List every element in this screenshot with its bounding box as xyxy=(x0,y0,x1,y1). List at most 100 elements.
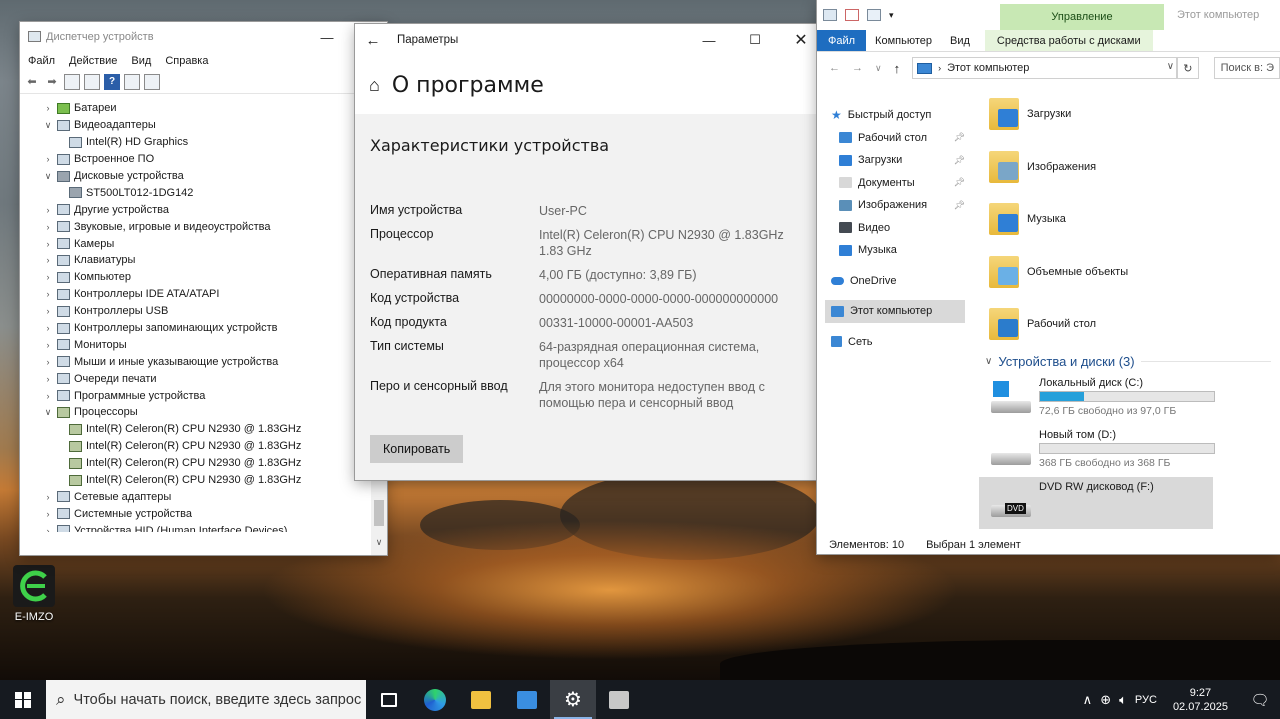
tree-row[interactable]: › Другие устройства xyxy=(20,201,370,218)
folder-item[interactable]: Изображения xyxy=(979,141,1279,194)
start-button[interactable] xyxy=(0,680,46,719)
file-explorer-button[interactable] xyxy=(458,680,504,719)
navigation-pane[interactable]: ★ Быстрый доступ Рабочий стол 📌︎ Загрузки 📌… xyxy=(825,104,965,353)
content-pane[interactable]: Загрузки Изображения Музыка Объемные объект… xyxy=(979,88,1279,534)
nav-item[interactable]: Видео xyxy=(825,217,965,240)
language-indicator[interactable]: РУС xyxy=(1131,694,1161,706)
scroll-down-icon[interactable]: ∨ xyxy=(371,537,387,548)
tree-row[interactable]: Intel(R) Celeron(R) CPU N2930 @ 1.83GHz xyxy=(20,455,370,472)
tree-row[interactable]: Intel(R) Celeron(R) CPU N2930 @ 1.83GHz xyxy=(20,438,370,455)
forward-arrow-icon[interactable]: ➡ xyxy=(44,74,60,90)
folder-item[interactable]: Загрузки xyxy=(979,88,1279,141)
settings-window[interactable]: ← Параметры — ☐ ✕ ⌂ О программе Характер… xyxy=(355,24,824,480)
tree-row[interactable]: Intel(R) Celeron(R) CPU N2930 @ 1.83GHz xyxy=(20,421,370,438)
menu-view[interactable]: Вид xyxy=(131,55,151,67)
forward-arrow-icon[interactable]: → xyxy=(852,62,863,74)
tree-row[interactable]: Intel(R) HD Graphics xyxy=(20,134,370,151)
tree-row[interactable]: › Мониторы xyxy=(20,336,370,353)
refresh-icon[interactable]: ↻ xyxy=(1177,57,1199,79)
chevron-right-icon[interactable]: › xyxy=(42,103,54,113)
chevron-right-icon[interactable]: › xyxy=(42,509,54,519)
menu-help[interactable]: Справка xyxy=(165,55,208,67)
clock[interactable]: 9:27 02.07.2025 xyxy=(1161,686,1240,714)
copy-button[interactable]: Копировать xyxy=(370,435,464,463)
tab-view[interactable]: Вид xyxy=(941,30,979,51)
tree-row[interactable]: › Системные устройства xyxy=(20,505,370,522)
chevron-right-icon[interactable]: › xyxy=(42,205,54,215)
chevron-right-icon[interactable]: › xyxy=(42,239,54,249)
show-hidden-icon[interactable] xyxy=(124,73,140,90)
chevron-right-icon[interactable]: › xyxy=(42,526,54,532)
tree-row[interactable]: ∨ Дисковые устройства xyxy=(20,168,370,185)
home-icon[interactable]: ⌂ xyxy=(369,75,380,96)
tab-disk-tools[interactable]: Средства работы с дисками xyxy=(984,30,1153,51)
tree-row[interactable]: › Сетевые адаптеры xyxy=(20,488,370,505)
devices-group-header[interactable]: ∨ Устройства и диски (3) xyxy=(979,351,1279,373)
back-arrow-icon[interactable]: ← xyxy=(829,62,840,74)
desktop-icon-eimzo[interactable]: E-IMZO xyxy=(8,565,60,623)
properties-icon[interactable] xyxy=(64,73,80,90)
scroll-thumb[interactable] xyxy=(374,500,384,526)
tree-row[interactable]: ∨ Процессоры xyxy=(20,404,370,421)
tree-row[interactable]: › Контроллеры запоминающих устройств xyxy=(20,320,370,337)
tree-row[interactable]: › Компьютер xyxy=(20,269,370,286)
drive-item[interactable]: Новый том (D:) 368 ГБ свободно из 368 ГБ xyxy=(979,425,1279,477)
chevron-up-icon[interactable]: ∧ xyxy=(1079,692,1097,708)
chevron-right-icon[interactable]: › xyxy=(42,306,54,316)
edge-button[interactable] xyxy=(412,680,458,719)
tree-row[interactable]: › Камеры xyxy=(20,235,370,252)
taskbar-search[interactable]: ⌕ Чтобы начать поиск, введите здесь запр… xyxy=(46,680,366,719)
tree-row[interactable]: › Клавиатуры xyxy=(20,252,370,269)
nav-item[interactable]: Документы 📌︎ xyxy=(825,172,965,195)
help-icon[interactable]: ? xyxy=(104,73,120,90)
chevron-right-icon[interactable]: › xyxy=(42,374,54,384)
chevron-right-icon[interactable]: › xyxy=(42,222,54,232)
nav-quick-access[interactable]: ★ Быстрый доступ xyxy=(825,104,965,127)
notification-center-icon[interactable]: 🗨︎ xyxy=(1240,691,1280,709)
customize-qat-icon[interactable]: ▾ xyxy=(889,10,894,21)
chevron-right-icon[interactable]: › xyxy=(42,289,54,299)
device-manager-titlebar[interactable]: Диспетчер устройств — ☐ xyxy=(20,22,387,52)
up-arrow-icon[interactable]: ↑ xyxy=(894,61,901,76)
folder-item[interactable]: Рабочий стол xyxy=(979,298,1279,351)
context-tab-manage[interactable]: Управление xyxy=(1000,4,1164,30)
tree-row[interactable]: › Очереди печати xyxy=(20,370,370,387)
address-bar[interactable]: › Этот компьютер ∨ xyxy=(912,57,1178,79)
tree-row[interactable]: › Мыши и иные указывающие устройства xyxy=(20,353,370,370)
back-arrow-icon[interactable]: ⬅ xyxy=(24,74,40,90)
tab-file[interactable]: Файл xyxy=(817,30,867,51)
drive-item[interactable]: DVD DVD RW дисковод (F:) xyxy=(979,476,1213,529)
chevron-right-icon[interactable]: › xyxy=(42,255,54,265)
menu-file[interactable]: Файл xyxy=(28,55,55,67)
tree-row[interactable]: › Устройства HID (Human Interface Devices… xyxy=(20,522,370,532)
tree-row[interactable]: › Встроенное ПО xyxy=(20,151,370,168)
tree-row[interactable]: ST500LT012-1DG142 xyxy=(20,184,370,201)
nav-onedrive[interactable]: OneDrive xyxy=(825,270,965,293)
drive-item[interactable]: Локальный диск (C:) 72,6 ГБ свободно из 9… xyxy=(979,373,1279,425)
chevron-right-icon[interactable]: › xyxy=(42,357,54,367)
chevron-right-icon[interactable]: › xyxy=(42,391,54,401)
tab-computer[interactable]: Компьютер xyxy=(866,30,941,51)
chevron-down-icon[interactable]: ∨ xyxy=(985,356,992,367)
maximize-button[interactable]: ☐ xyxy=(732,24,778,56)
details-icon[interactable] xyxy=(84,73,100,90)
recent-locations-icon[interactable]: ∨ xyxy=(875,63,882,74)
settings-titlebar[interactable]: ← Параметры — ☐ ✕ xyxy=(355,24,824,56)
chevron-down-icon[interactable]: ∨ xyxy=(42,171,54,182)
tree-row[interactable]: › Контроллеры USB xyxy=(20,303,370,320)
folder-item[interactable]: Музыка xyxy=(979,193,1279,246)
minimize-button[interactable]: — xyxy=(686,24,732,56)
breadcrumb-chevron-icon[interactable]: › xyxy=(938,63,941,73)
nav-item[interactable]: Изображения 📌︎ xyxy=(825,194,965,217)
chevron-down-icon[interactable]: ∨ xyxy=(42,120,54,131)
chevron-down-icon[interactable]: ∨ xyxy=(42,407,54,418)
chevron-right-icon[interactable]: › xyxy=(42,272,54,282)
file-explorer-window[interactable]: ▾ Управление Этот компьютер Файл Компьют… xyxy=(817,0,1280,554)
chevron-right-icon[interactable]: › xyxy=(42,323,54,333)
properties-icon[interactable] xyxy=(845,9,859,21)
network-globe-icon[interactable]: ⊕ xyxy=(1096,692,1115,708)
scan-hardware-icon[interactable] xyxy=(144,73,160,90)
settings-button[interactable]: ⚙ xyxy=(550,680,596,719)
nav-this-pc[interactable]: Этот компьютер xyxy=(825,300,965,323)
chevron-right-icon[interactable]: › xyxy=(42,340,54,350)
